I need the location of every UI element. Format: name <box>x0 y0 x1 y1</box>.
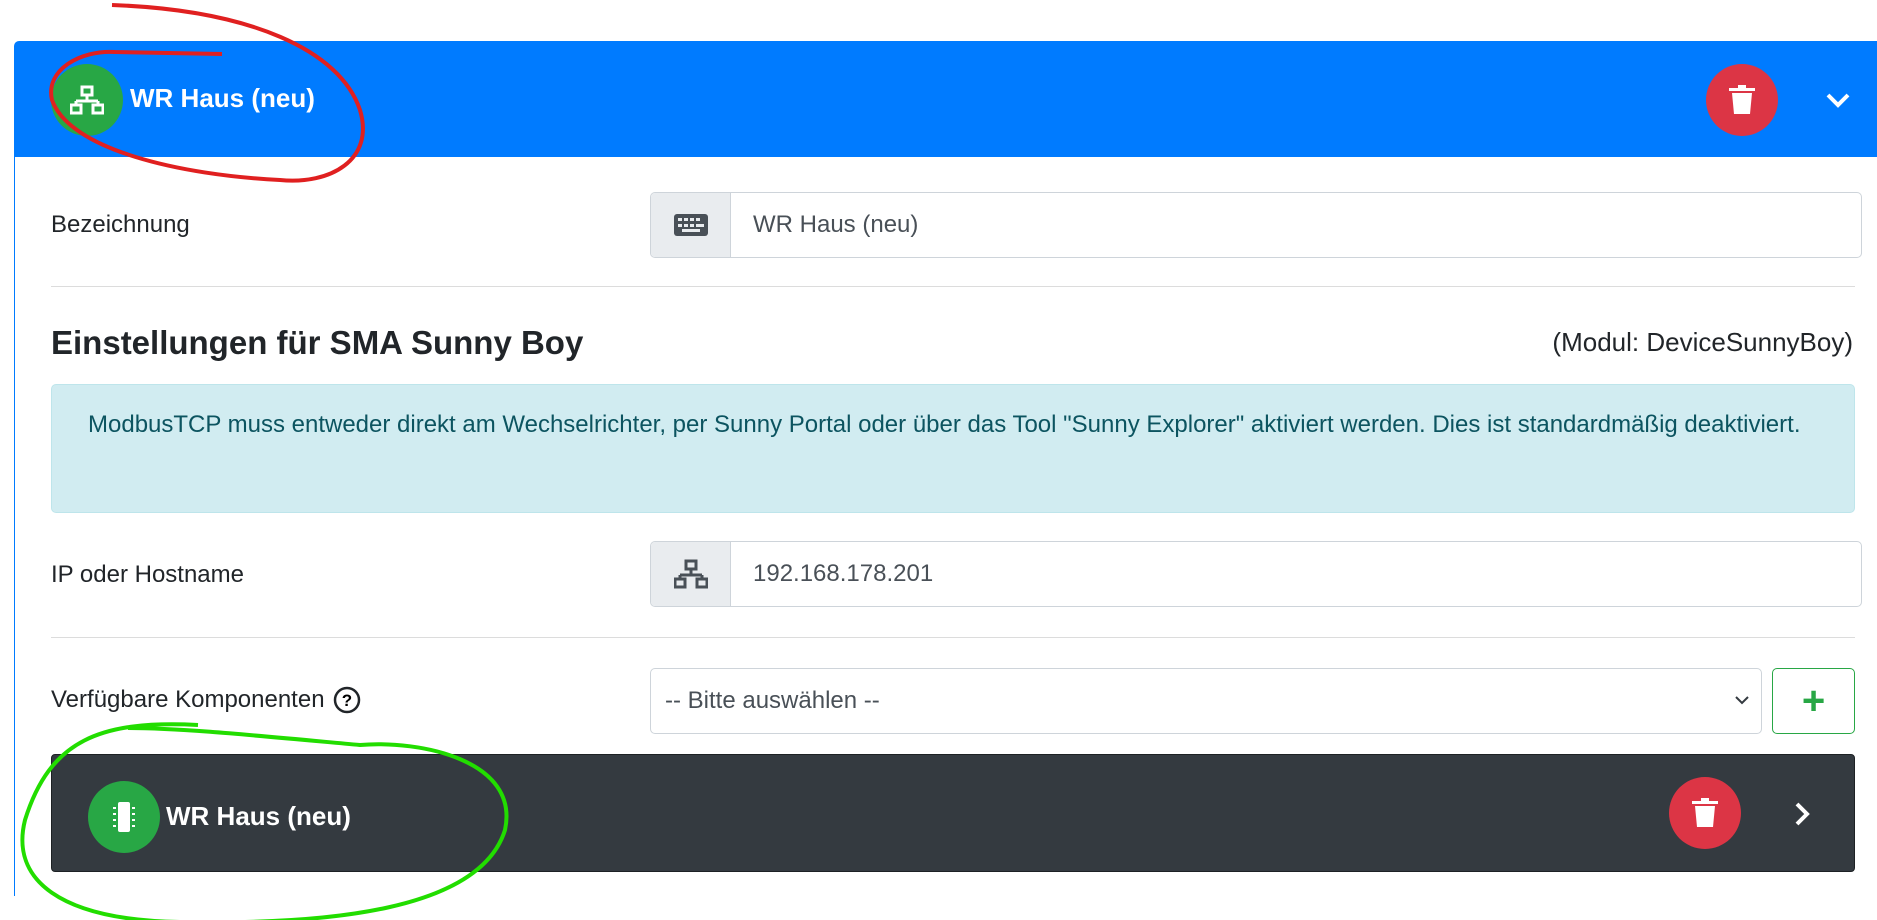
components-label: Verfügbare Komponenten <box>51 686 325 713</box>
ip-input-group[interactable]: 192.168.178.201 <box>650 541 1862 607</box>
section-title: Einstellungen für SMA Sunny Boy <box>51 324 584 361</box>
device-card-header[interactable]: WR Haus (neu) <box>15 43 1877 157</box>
name-input-group[interactable]: WR Haus (neu) <box>650 192 1862 258</box>
chevron-down-icon[interactable] <box>1823 85 1853 115</box>
device-title: WR Haus (neu) <box>130 83 315 113</box>
trash-icon <box>1729 85 1755 114</box>
components-select-value: -- Bitte auswählen -- <box>665 687 880 714</box>
chip-icon <box>88 781 160 853</box>
divider <box>51 637 1855 638</box>
chevron-right-icon[interactable] <box>1787 799 1817 829</box>
ip-input[interactable]: 192.168.178.201 <box>731 542 1861 606</box>
add-component-button[interactable]: + <box>1772 668 1855 734</box>
components-select[interactable]: -- Bitte auswählen -- <box>650 668 1762 734</box>
module-name: (Modul: DeviceSunnyBoy) <box>1552 327 1853 357</box>
name-input[interactable]: WR Haus (neu) <box>731 193 1861 257</box>
name-label: Bezeichnung <box>51 211 190 238</box>
delete-component-button[interactable] <box>1669 777 1741 849</box>
component-card[interactable]: WR Haus (neu) <box>51 754 1855 872</box>
info-alert: ModbusTCP muss entweder direkt am Wechse… <box>51 384 1855 513</box>
network-icon <box>51 64 123 136</box>
trash-icon <box>1692 798 1718 827</box>
delete-device-button[interactable] <box>1706 64 1778 136</box>
ip-label: IP oder Hostname <box>51 561 244 588</box>
svg-text:?: ? <box>341 691 351 710</box>
divider <box>51 286 1855 287</box>
components-label-wrap: Verfügbare Komponenten ? <box>51 686 361 714</box>
keyboard-icon <box>651 193 731 257</box>
component-title: WR Haus (neu) <box>166 801 351 831</box>
network-icon <box>651 542 731 606</box>
chevron-down-icon <box>1735 696 1749 705</box>
help-icon[interactable]: ? <box>333 686 361 714</box>
